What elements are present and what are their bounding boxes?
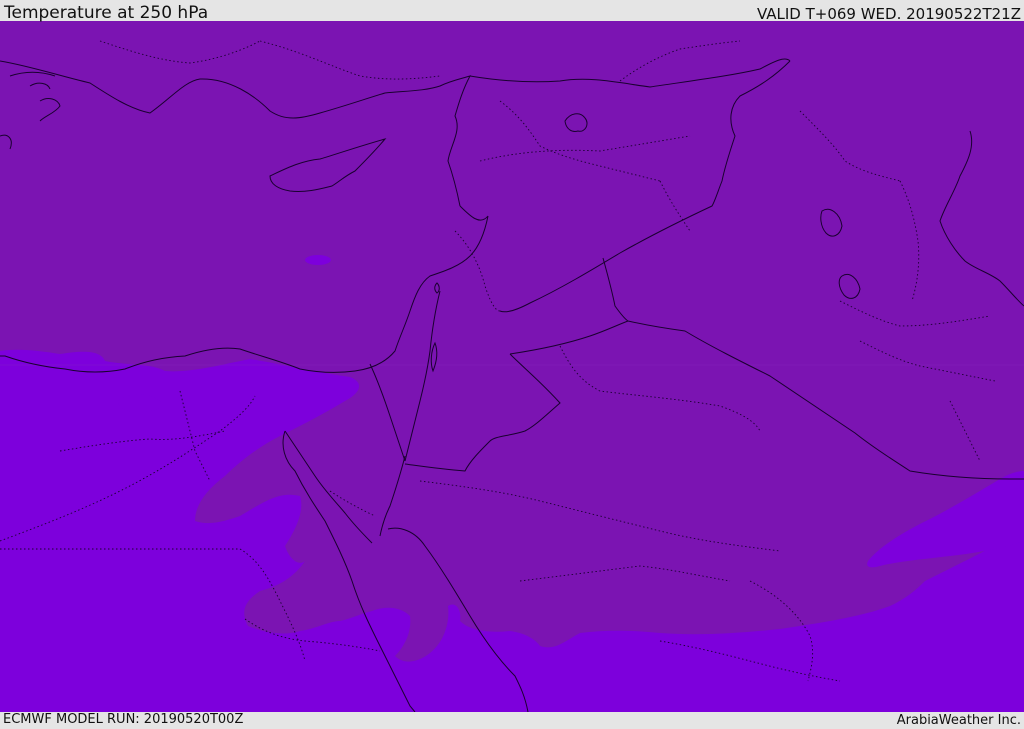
footer-bar: ECMWF MODEL RUN: 20190520T00Z ArabiaWeat… (0, 712, 1024, 729)
map-title: Temperature at 250 hPa (4, 3, 209, 23)
valid-time: VALID T+069 WED. 20190522T21Z (756, 5, 1021, 23)
temperature-island-cyprus-south (305, 255, 331, 265)
credit-label: ArabiaWeather Inc. (896, 713, 1021, 728)
header-bar: Temperature at 250 hPa VALID T+069 WED. … (0, 0, 1024, 23)
map-area (0, 21, 1024, 712)
map-svg (0, 21, 1024, 712)
weather-map-frame: Temperature at 250 hPa VALID T+069 WED. … (0, 0, 1024, 729)
model-run-label: ECMWF MODEL RUN: 20190520T00Z (3, 712, 244, 727)
